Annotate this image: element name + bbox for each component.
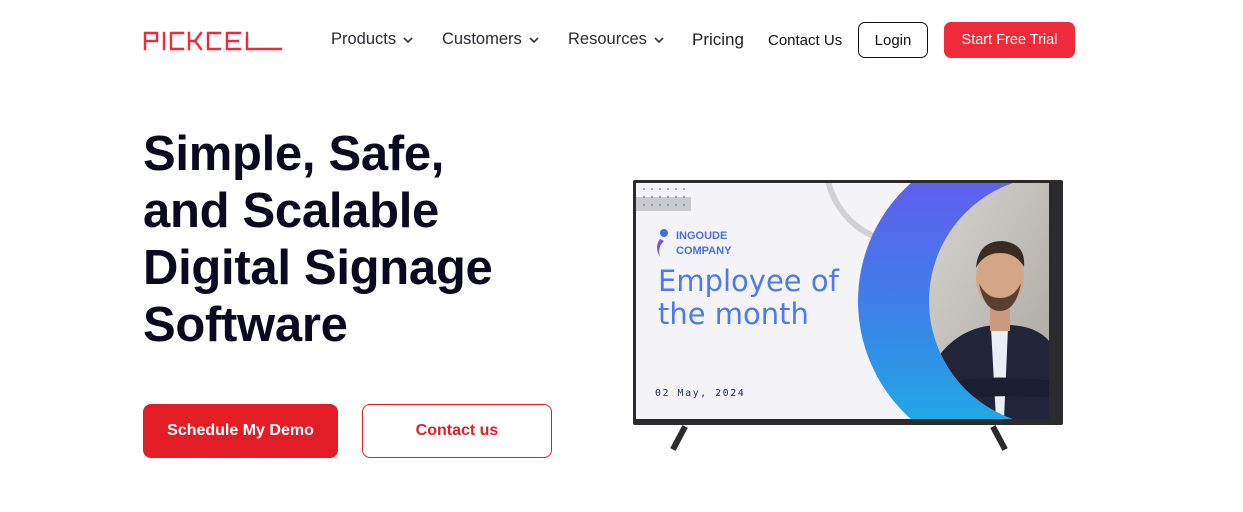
chevron-down-icon (654, 36, 664, 43)
hero-title-line: Software (143, 298, 348, 352)
hero-title-line: Digital Signage (143, 241, 493, 295)
hero-title-line: Simple, Safe, (143, 127, 445, 181)
nav-pricing-label: Pricing (692, 30, 744, 49)
hero-title: Simple, Safe, and Scalable Digital Signa… (143, 126, 583, 354)
contact-us-button[interactable]: Contact us (362, 404, 552, 458)
nav-pricing[interactable]: Pricing (692, 30, 744, 50)
tv-stand-right (990, 425, 1008, 451)
hero-title-line: and Scalable (143, 184, 439, 238)
start-free-trial-button[interactable]: Start Free Trial (944, 22, 1075, 58)
signage-company-name: INGOUDE COMPANY (676, 229, 731, 259)
logo-wordmark (143, 31, 283, 51)
chevron-down-icon (529, 36, 539, 43)
chevron-down-icon (403, 36, 413, 43)
nav-contact-us-label: Contact Us (768, 32, 843, 49)
tv-stand-left (670, 425, 688, 451)
signage-date: 02 May, 2024 (655, 388, 746, 399)
login-button[interactable]: Login (858, 22, 928, 58)
nav-resources-label: Resources (568, 30, 647, 48)
nav-customers-label: Customers (442, 30, 522, 48)
nav-products-label: Products (331, 30, 397, 48)
signage-headline: Employee of the month (658, 264, 839, 331)
top-navigation: Products Customers Resources Pricing Con… (0, 0, 1243, 80)
nav-products[interactable]: Products (331, 30, 414, 49)
nav-customers[interactable]: Customers (442, 30, 540, 49)
company-line: COMPANY (676, 245, 732, 257)
company-line: INGOUDE (676, 230, 728, 242)
schedule-demo-button[interactable]: Schedule My Demo (143, 404, 338, 458)
nav-resources[interactable]: Resources (568, 30, 665, 49)
company-logo-icon (657, 229, 668, 257)
pickcel-logo[interactable] (143, 29, 283, 51)
tv-screen: INGOUDE COMPANY Employee of the month 02… (636, 183, 1049, 419)
tv-illustration: INGOUDE COMPANY Employee of the month 02… (633, 180, 1063, 425)
nav-contact-us[interactable]: Contact Us (768, 32, 842, 49)
